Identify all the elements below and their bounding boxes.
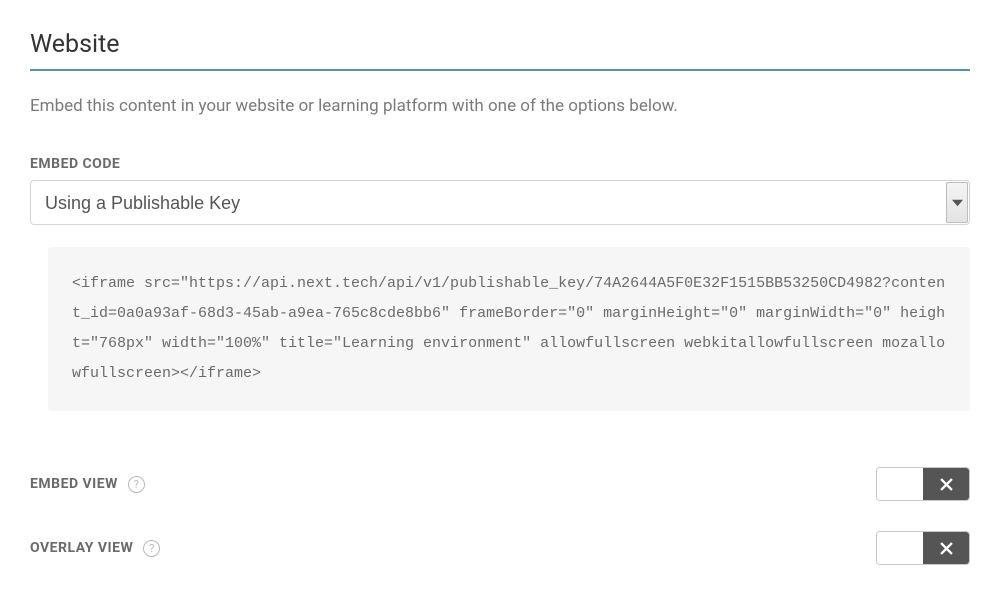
embed-code-label: EMBED CODE [30,156,970,172]
section-description: Embed this content in your website or le… [30,96,970,116]
embed-view-label: EMBED VIEW [30,476,118,492]
close-icon [940,542,953,555]
overlay-view-label-group: OVERLAY VIEW ? [30,540,160,557]
help-icon[interactable]: ? [143,540,160,557]
overlay-view-toggle-off[interactable] [877,532,923,564]
close-icon [940,478,953,491]
embed-view-toggle[interactable] [876,467,970,501]
embed-code-snippet[interactable]: <iframe src="https://api.next.tech/api/v… [48,247,970,411]
section-title: Website [30,30,970,71]
overlay-view-label: OVERLAY VIEW [30,540,133,556]
embed-view-row: EMBED VIEW ? [30,467,970,501]
embed-view-toggle-off[interactable] [877,468,923,500]
overlay-view-toggle-on[interactable] [923,532,969,564]
overlay-view-row: OVERLAY VIEW ? [30,531,970,565]
embed-code-select-wrap: Using a Publishable Key [30,180,970,225]
embed-code-select[interactable]: Using a Publishable Key [30,180,970,225]
embed-view-toggle-on[interactable] [923,468,969,500]
embed-view-label-group: EMBED VIEW ? [30,476,145,493]
overlay-view-toggle[interactable] [876,531,970,565]
help-icon[interactable]: ? [128,476,145,493]
